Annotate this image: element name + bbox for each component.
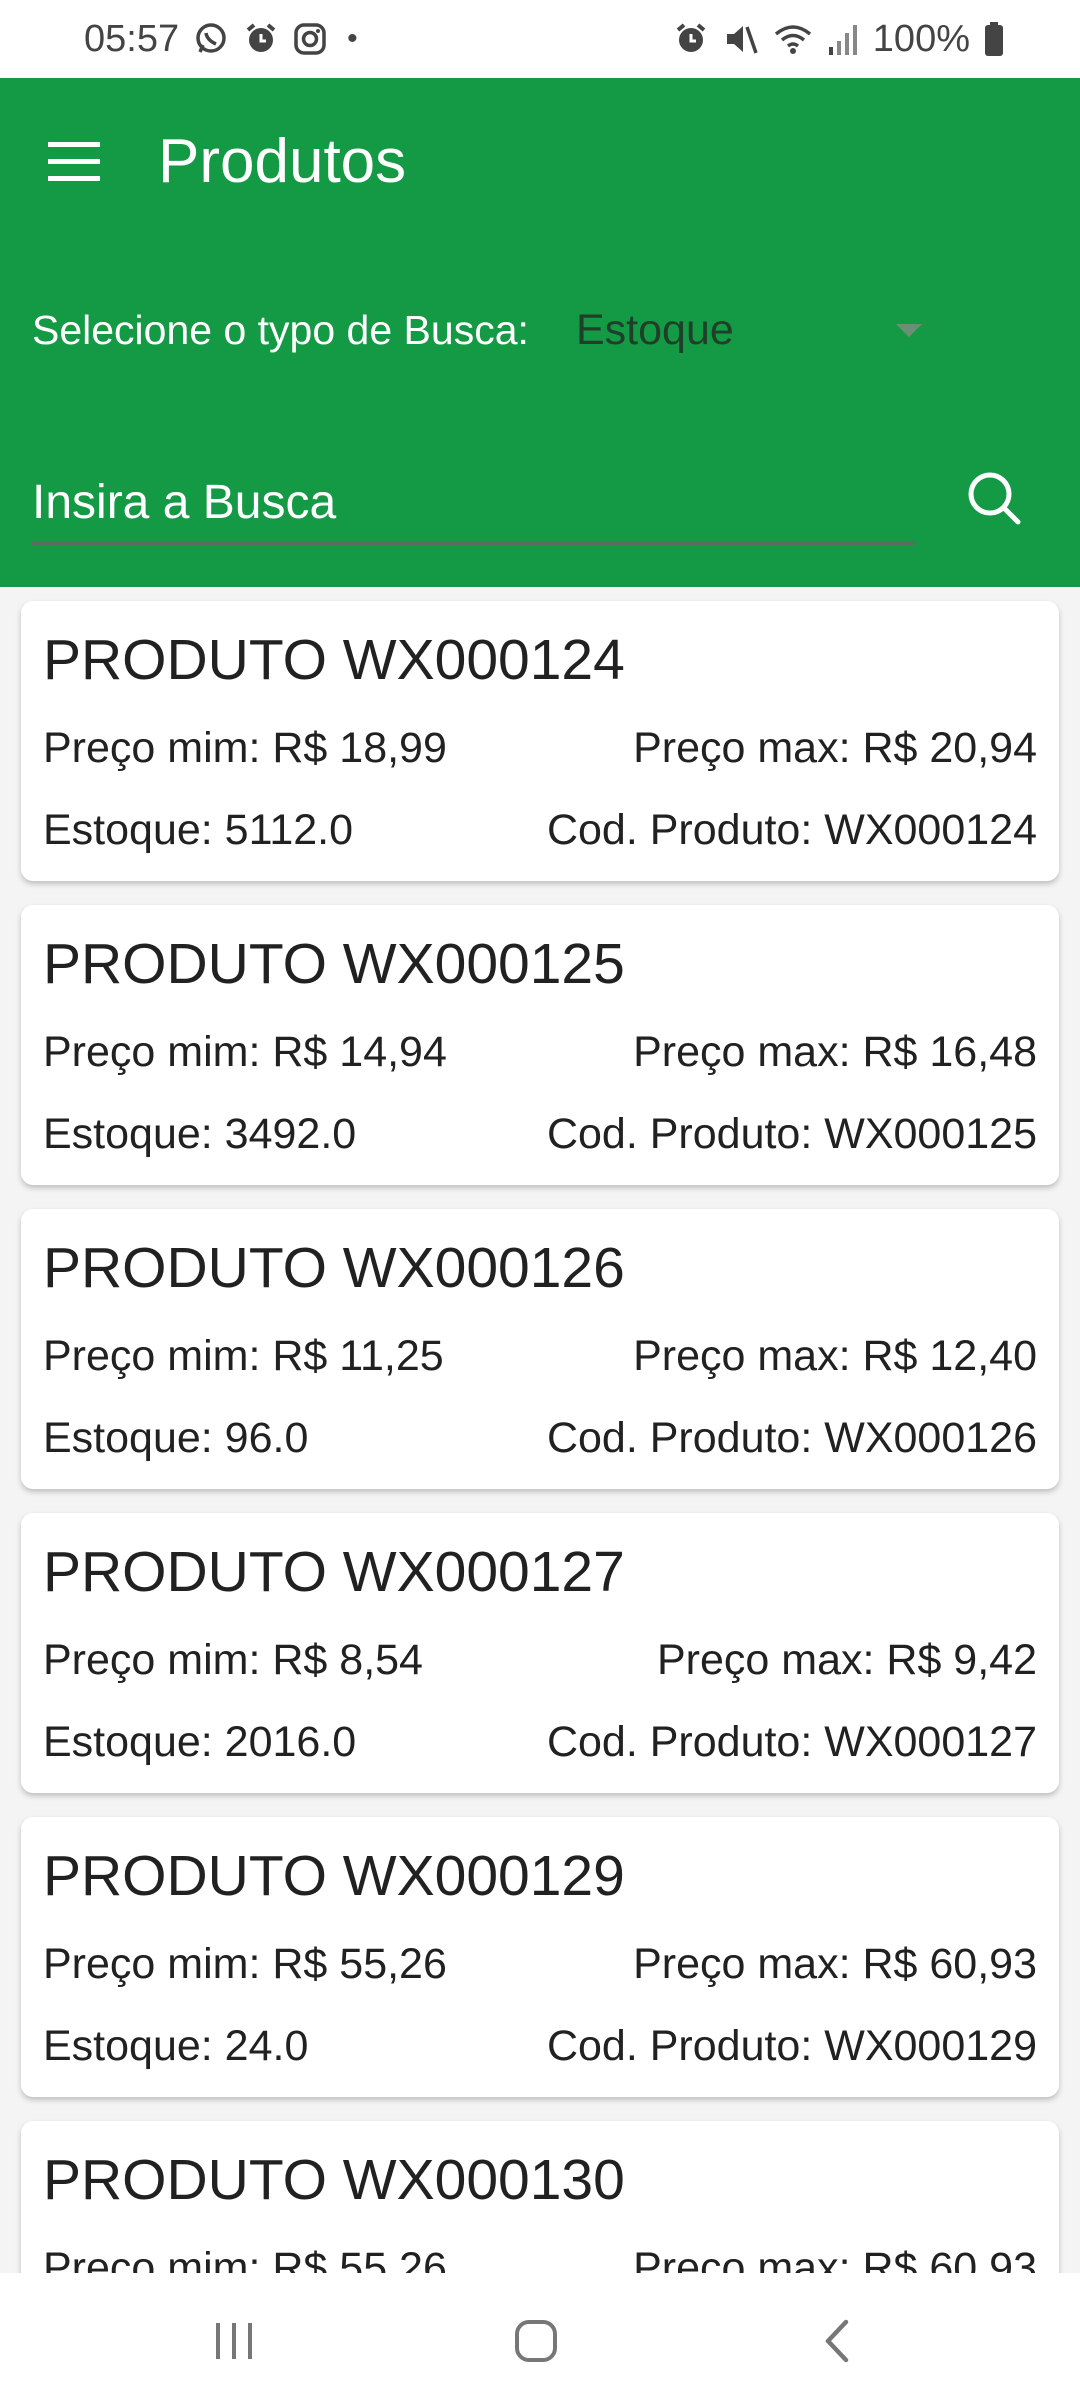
recent-apps-icon[interactable] xyxy=(194,2301,274,2381)
notification-dot: • xyxy=(347,22,358,55)
search-type-label: Selecione o typo de Busca: xyxy=(32,307,529,353)
stock: Estoque: 2016.0 xyxy=(43,1718,357,1766)
status-bar-right: 100% xyxy=(673,18,1004,61)
product-card[interactable]: PRODUTO WX000130 Preço mim: R$ 55,26 Pre… xyxy=(21,2121,1059,2273)
stock-row: Estoque: 96.0 Cod. Produto: WX000126 xyxy=(43,1411,1037,1465)
product-name: PRODUTO WX000130 xyxy=(43,2148,625,2212)
stock-row: Estoque: 24.0 Cod. Produto: WX000129 xyxy=(43,2019,1037,2073)
price-max: Preço max: R$ 16,48 xyxy=(633,1028,1037,1076)
toolbar: Produtos xyxy=(0,78,1080,248)
price-min: Preço mim: R$ 14,94 xyxy=(43,1028,447,1076)
search-type-selected-value: Estoque xyxy=(576,306,734,354)
price-row: Preço mim: R$ 55,26 Preço max: R$ 60,93 xyxy=(43,2241,1037,2273)
stock: Estoque: 24.0 xyxy=(43,2022,309,2070)
price-max: Preço max: R$ 9,42 xyxy=(656,1636,1037,1684)
stock: Estoque: 96.0 xyxy=(43,1414,309,1462)
price-max: Preço max: R$ 60,93 xyxy=(633,1940,1037,1988)
stock: Estoque: 3492.0 xyxy=(43,1110,357,1158)
mute-icon xyxy=(723,21,759,57)
status-bar-left: 05:57 • xyxy=(84,18,358,61)
product-card[interactable]: PRODUTO WX000127 Preço mim: R$ 8,54 Preç… xyxy=(21,1513,1059,1793)
alarm-icon xyxy=(243,21,279,57)
price-min: Preço mim: R$ 11,25 xyxy=(43,1332,444,1380)
product-list[interactable]: PRODUTO WX000124 Preço mim: R$ 18,99 Pre… xyxy=(0,587,1080,2273)
system-nav-bar xyxy=(0,2273,1080,2400)
back-icon[interactable] xyxy=(798,2301,878,2381)
stock-row: Estoque: 5112.0 Cod. Produto: WX000124 xyxy=(43,803,1037,857)
battery-icon xyxy=(984,21,1004,57)
hamburger-menu-icon[interactable] xyxy=(36,124,112,200)
product-name: PRODUTO WX000127 xyxy=(43,1540,625,1604)
product-card[interactable]: PRODUTO WX000124 Preço mim: R$ 18,99 Pre… xyxy=(21,601,1059,881)
price-max: Preço max: R$ 12,40 xyxy=(633,1332,1037,1380)
price-min: Preço mim: R$ 55,26 xyxy=(43,1940,447,1988)
alarm-icon xyxy=(673,21,709,57)
price-min: Preço mim: R$ 55,26 xyxy=(43,2244,447,2273)
product-code: Cod. Produto: WX000125 xyxy=(546,1110,1037,1158)
price-min: Preço mim: R$ 8,54 xyxy=(43,1636,423,1684)
search-input[interactable] xyxy=(32,463,916,545)
price-row: Preço mim: R$ 14,94 Preço max: R$ 16,48 xyxy=(43,1025,1037,1079)
price-row: Preço mim: R$ 55,26 Preço max: R$ 60,93 xyxy=(43,1937,1037,1991)
battery-percent: 100% xyxy=(872,17,970,60)
product-code: Cod. Produto: WX000126 xyxy=(546,1414,1037,1462)
signal-icon xyxy=(827,21,859,57)
price-min: Preço mim: R$ 18,99 xyxy=(43,724,447,772)
product-name: PRODUTO WX000125 xyxy=(43,932,625,996)
product-name: PRODUTO WX000124 xyxy=(43,628,625,692)
search-type-dropdown[interactable]: Estoque xyxy=(560,292,940,368)
product-card[interactable]: PRODUTO WX000129 Preço mim: R$ 55,26 Pre… xyxy=(21,1817,1059,2097)
price-row: Preço mim: R$ 8,54 Preço max: R$ 9,42 xyxy=(43,1633,1037,1687)
product-code: Cod. Produto: WX000127 xyxy=(546,1718,1037,1766)
stock-row: Estoque: 2016.0 Cod. Produto: WX000127 xyxy=(43,1715,1037,1769)
whatsapp-icon xyxy=(193,21,229,57)
dropdown-arrow-icon xyxy=(896,324,922,337)
wifi-icon xyxy=(773,21,813,57)
clock: 05:57 xyxy=(84,17,180,60)
price-max: Preço max: R$ 20,94 xyxy=(633,724,1037,772)
search-icon[interactable] xyxy=(958,462,1030,534)
app-header: Produtos Selecione o typo de Busca: Esto… xyxy=(0,78,1080,587)
product-name: PRODUTO WX000129 xyxy=(43,1844,625,1908)
product-code: Cod. Produto: WX000124 xyxy=(546,806,1037,854)
home-icon[interactable] xyxy=(496,2301,576,2381)
product-name: PRODUTO WX000126 xyxy=(43,1236,625,1300)
page-title: Produtos xyxy=(158,127,407,196)
price-row: Preço mim: R$ 11,25 Preço max: R$ 12,40 xyxy=(43,1329,1037,1383)
stock-row: Estoque: 3492.0 Cod. Produto: WX000125 xyxy=(43,1107,1037,1161)
stock: Estoque: 5112.0 xyxy=(43,806,354,854)
instagram-icon xyxy=(293,22,327,56)
product-card[interactable]: PRODUTO WX000126 Preço mim: R$ 11,25 Pre… xyxy=(21,1209,1059,1489)
price-max: Preço max: R$ 60,93 xyxy=(633,2244,1037,2273)
product-card[interactable]: PRODUTO WX000125 Preço mim: R$ 14,94 Pre… xyxy=(21,905,1059,1185)
product-code: Cod. Produto: WX000129 xyxy=(546,2022,1037,2070)
status-bar: 05:57 • 100% xyxy=(0,0,1080,78)
price-row: Preço mim: R$ 18,99 Preço max: R$ 20,94 xyxy=(43,721,1037,775)
